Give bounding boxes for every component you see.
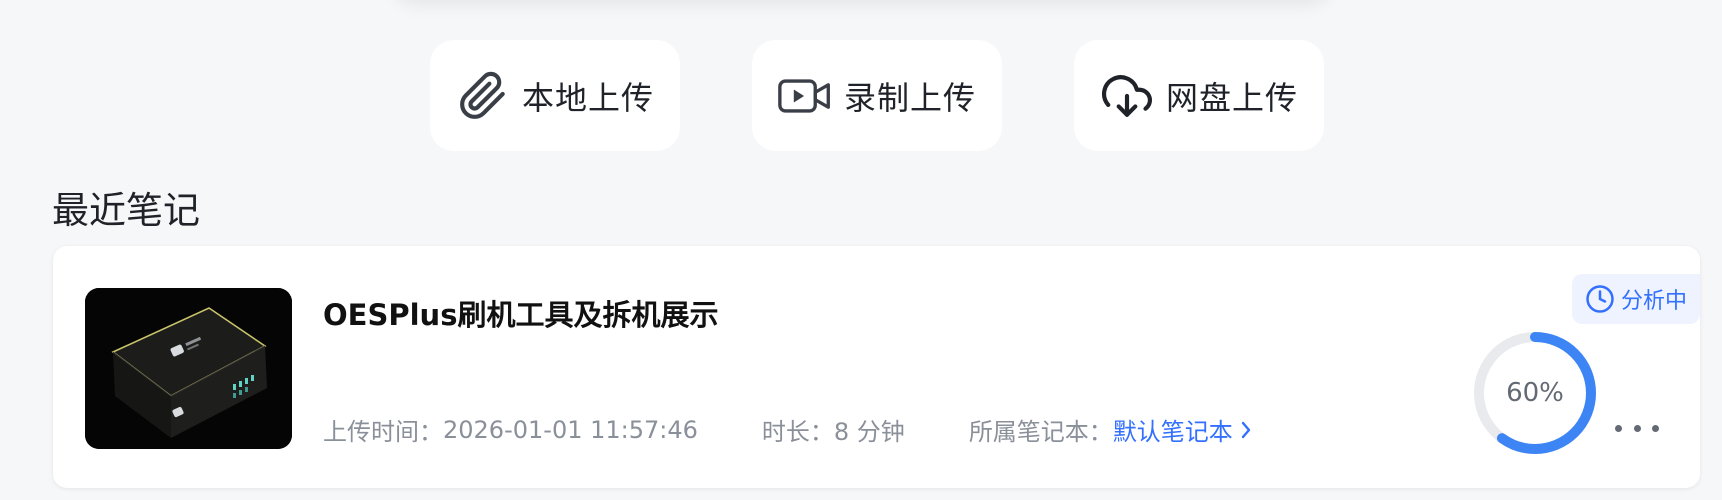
- duration: 时长： 8 分钟: [762, 412, 905, 447]
- upload-time: 上传时间： 2026-01-01 11:57:46: [323, 412, 698, 447]
- duration-value: 8 分钟: [833, 418, 905, 446]
- status-badge: 分析中: [1572, 274, 1700, 324]
- cloud-upload-label: 网盘上传: [1165, 78, 1298, 117]
- upload-time-value: 2026-01-01 11:57:46: [443, 415, 698, 444]
- recent-notes-title: 最近笔记: [52, 189, 200, 232]
- notebook-name: 默认笔记本: [1112, 418, 1233, 446]
- chevron-right-icon: [1239, 419, 1253, 441]
- status-text: 分析中: [1620, 289, 1687, 314]
- local-upload-button[interactable]: 本地上传: [430, 40, 680, 151]
- note-meta: 上传时间： 2026-01-01 11:57:46 时长： 8 分钟 所属笔记本…: [323, 412, 1317, 447]
- note-card[interactable]: OESPlus刷机工具及拆机展示 上传时间： 2026-01-01 11:57:…: [53, 246, 1700, 488]
- cloud-download-icon: [1100, 69, 1154, 123]
- record-upload-button[interactable]: 录制上传: [752, 40, 1002, 151]
- more-dot: [1615, 424, 1622, 432]
- cloud-upload-button[interactable]: 网盘上传: [1074, 40, 1324, 151]
- more-dot: [1633, 424, 1641, 432]
- clock-icon: [1585, 284, 1615, 314]
- note-title[interactable]: OESPlus刷机工具及拆机展示: [323, 292, 718, 334]
- note-thumbnail: [85, 288, 292, 449]
- notebook-label: 所属笔记本：: [968, 418, 1113, 446]
- duration-label: 时长：: [761, 418, 834, 446]
- notebook: 所属笔记本： 默认笔记本: [969, 412, 1253, 447]
- upload-time-label: 上传时间：: [323, 418, 443, 446]
- paperclip-icon: [456, 69, 510, 123]
- local-upload-label: 本地上传: [521, 78, 654, 117]
- more-dot: [1652, 424, 1659, 432]
- more-options-button[interactable]: [1615, 416, 1659, 440]
- progress-percent: 60%: [1506, 378, 1564, 408]
- progress-ring: 60%: [1470, 328, 1600, 458]
- record-upload-label: 录制上传: [843, 78, 976, 117]
- video-camera-icon: [778, 69, 832, 123]
- notebook-link[interactable]: 默认笔记本: [1113, 412, 1253, 447]
